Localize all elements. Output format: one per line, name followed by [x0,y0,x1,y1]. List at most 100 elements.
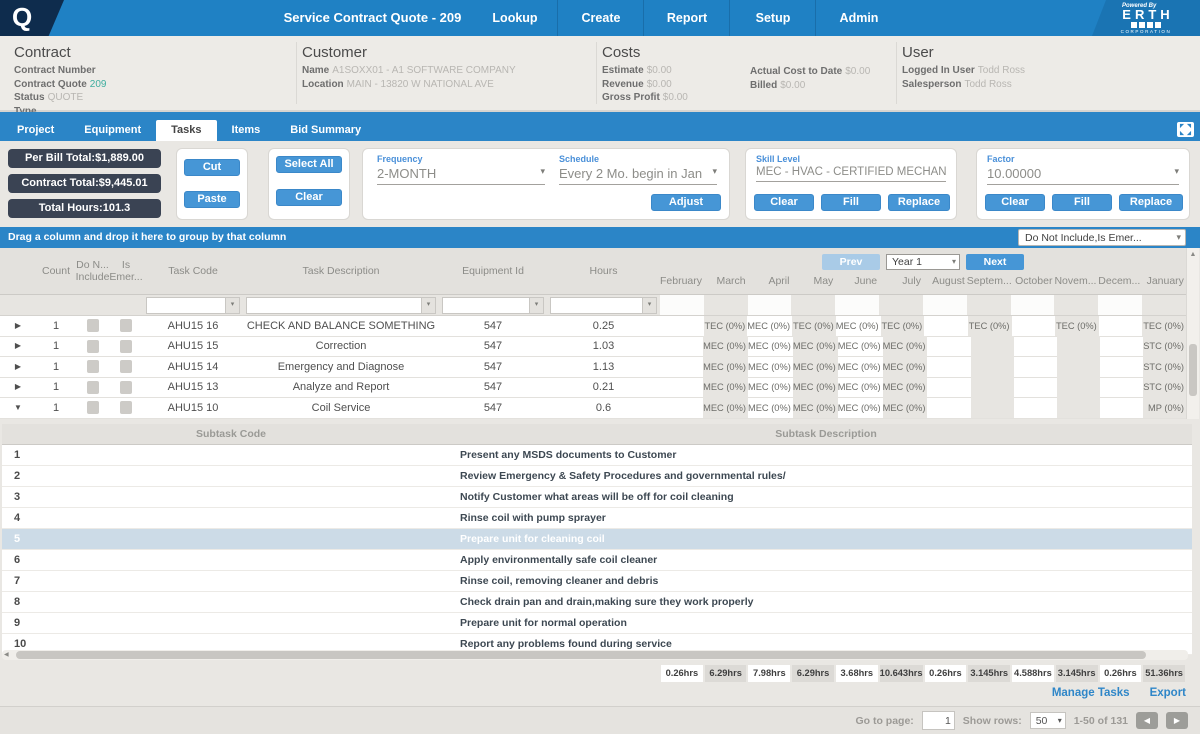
app-logo[interactable]: Q [0,0,64,36]
filter-dropdown-icon[interactable]: ▾ [225,298,239,313]
month-skill-cell[interactable] [927,398,970,419]
subtask-row[interactable]: 7Rinse coil, removing cleaner and debris [2,571,1192,592]
expand-row-icon[interactable]: ▶ [0,316,36,336]
month-skill-cell[interactable]: STC (0%) [1143,357,1186,378]
subtask-row[interactable]: 2Review Emergency & Safety Procedures an… [2,466,1192,487]
filter-dropdown-icon[interactable]: ▾ [421,298,435,313]
month-skill-cell[interactable] [1012,316,1056,337]
month-skill-cell[interactable]: MEC (0%) [793,336,838,357]
subtask-row[interactable]: 5Prepare unit for cleaning coil [2,529,1192,550]
month-skill-cell[interactable]: TEC (0%) [1055,316,1099,337]
do-not-include-checkbox[interactable] [87,319,99,332]
month-header-may[interactable]: May [791,272,835,292]
month-skill-cell[interactable] [660,398,703,419]
scroll-up-icon[interactable]: ▲ [1187,248,1199,261]
do-not-include-checkbox[interactable] [87,381,99,394]
page-number-input[interactable] [922,711,955,730]
factor-select[interactable]: Factor 10.00000▾ [987,154,1179,185]
year-select[interactable]: Year 1 ▾ [886,254,960,270]
month-skill-cell[interactable]: MEC (0%) [793,357,838,378]
schedule-select[interactable]: Schedule Every 2 Mo. begin in Jan▾ [559,154,717,185]
month-header-july[interactable]: July [879,272,923,292]
rows-per-page-select[interactable]: 50 ▾ [1030,712,1066,729]
month-header-june[interactable]: June [835,272,879,292]
factor-replace-button[interactable]: Replace [1119,194,1183,211]
next-page-button[interactable]: ▶ [1166,712,1188,729]
month-skill-cell[interactable] [1014,398,1057,419]
month-skill-cell[interactable] [927,336,970,357]
nav-item-admin[interactable]: Admin [816,0,902,36]
month-skill-cell[interactable] [660,316,704,337]
tab-items[interactable]: Items [217,120,276,141]
task-description-filter-input[interactable] [247,298,421,313]
month-skill-cell[interactable]: MEC (0%) [703,398,748,419]
month-skill-cell[interactable]: MEC (0%) [748,398,793,419]
month-skill-cell[interactable] [1100,377,1143,398]
month-skill-cell[interactable] [660,377,703,398]
month-header-septem[interactable]: Septem... [967,272,1011,292]
subtask-row[interactable]: 8Check drain pan and drain,making sure t… [2,592,1192,613]
task-row[interactable]: ▶1AHU15 14Emergency and Diagnose5471.13M… [0,357,1186,378]
subtask-code-header[interactable]: Subtask Code [2,424,460,444]
month-skill-cell[interactable]: MEC (0%) [703,377,748,398]
equipment-id-filter-input[interactable] [443,298,529,313]
scrollbar-thumb[interactable] [16,651,1146,659]
skill-clear-button[interactable]: Clear [754,194,814,211]
month-skill-cell[interactable]: MEC (0%) [748,336,793,357]
month-skill-cell[interactable] [924,316,968,337]
is-emergency-checkbox[interactable] [120,360,132,373]
nav-item-create[interactable]: Create [558,0,644,36]
month-header-august[interactable]: August [923,272,967,292]
is-emergency-checkbox[interactable] [120,340,132,353]
month-skill-cell[interactable] [927,377,970,398]
nav-item-report[interactable]: Report [644,0,730,36]
tab-tasks[interactable]: Tasks [156,120,216,141]
collapse-row-icon[interactable]: ▼ [0,398,36,418]
month-skill-cell[interactable] [1057,336,1100,357]
select-all-button[interactable]: Select All [276,156,342,173]
subtask-row[interactable]: 4Rinse coil with pump sprayer [2,508,1192,529]
do-not-include-checkbox[interactable] [87,340,99,353]
task-row[interactable]: ▶1AHU15 16CHECK AND BALANCE SOMETHING547… [0,316,1186,337]
skill-fill-button[interactable]: Fill [821,194,881,211]
month-skill-cell[interactable]: MEC (0%) [838,357,883,378]
horizontal-scrollbar[interactable]: ◀ [2,650,1188,660]
month-skill-cell[interactable]: MEC (0%) [703,336,748,357]
subtask-row[interactable]: 3Notify Customer what areas will be off … [2,487,1192,508]
next-year-button[interactable]: Next [966,254,1024,270]
month-skill-cell[interactable] [1100,336,1143,357]
month-skill-cell[interactable]: TEC (0%) [704,316,748,337]
month-skill-cell[interactable]: MEC (0%) [703,357,748,378]
month-skill-cell[interactable] [1100,398,1143,419]
month-skill-cell[interactable]: MEC (0%) [748,377,793,398]
column-header-equipment-id[interactable]: Equipment Id [439,248,547,294]
month-skill-cell[interactable]: MEC (0%) [793,398,838,419]
factor-fill-button[interactable]: Fill [1052,194,1112,211]
task-row[interactable]: ▶1AHU15 15Correction5471.03MEC (0%)MEC (… [0,337,1186,358]
task-row[interactable]: ▶1AHU15 13Analyze and Report5470.21MEC (… [0,378,1186,399]
column-filter-dropdown[interactable]: Do Not Include,Is Emer... ▾ [1018,229,1186,246]
month-header-january[interactable]: January [1142,272,1186,292]
month-skill-cell[interactable] [1014,377,1057,398]
is-emergency-checkbox[interactable] [120,381,132,394]
month-header-april[interactable]: April [748,272,792,292]
month-skill-cell[interactable]: MEC (0%) [836,316,881,337]
subtask-row[interactable]: 6Apply environmentally safe coil cleaner [2,550,1192,571]
month-header-october[interactable]: October [1011,272,1055,292]
column-header-is-emergency[interactable]: IsEmer... [109,248,143,294]
subtask-description-header[interactable]: Subtask Description [460,424,1192,444]
adjust-button[interactable]: Adjust [651,194,721,211]
clear-selection-button[interactable]: Clear [276,189,342,206]
scroll-left-icon[interactable]: ◀ [4,650,9,660]
month-skill-cell[interactable] [1057,398,1100,419]
month-skill-cell[interactable]: MEC (0%) [883,377,928,398]
month-skill-cell[interactable] [1057,357,1100,378]
task-code-filter-input[interactable] [147,298,225,313]
skill-level-select[interactable]: Skill Level MEC - HVAC - CERTIFIED MECHA… [756,154,946,182]
month-skill-cell[interactable] [1014,336,1057,357]
cut-button[interactable]: Cut [184,159,240,176]
vertical-scrollbar[interactable]: ▲ [1186,248,1199,419]
month-skill-cell[interactable] [927,357,970,378]
export-link[interactable]: Export [1150,687,1186,699]
month-skill-cell[interactable] [971,377,1014,398]
